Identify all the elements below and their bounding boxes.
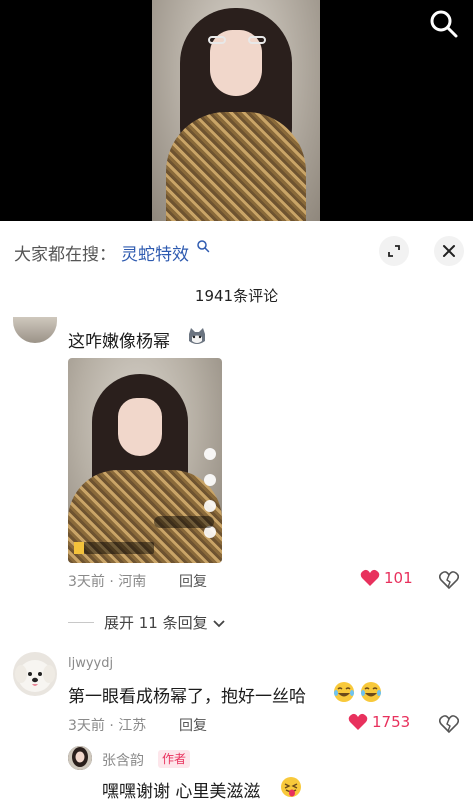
search-suggestion-bar: 大家都在搜： 灵蛇特效 <box>0 228 473 274</box>
avatar[interactable] <box>13 317 57 343</box>
video-frame <box>152 0 320 221</box>
expand-replies-label: 展开 11 条回复 <box>104 614 208 632</box>
search-icon[interactable] <box>428 8 460 40</box>
search-icon[interactable] <box>196 238 210 253</box>
comment-meta: 3天前 · 河南 <box>68 574 147 590</box>
comment-image[interactable] <box>68 358 222 563</box>
reply-button[interactable]: 回复 <box>179 715 207 735</box>
cat-emoji-icon <box>186 326 208 348</box>
search-suggestion-prefix: 大家都在搜： <box>14 245 116 265</box>
dislike-icon[interactable] <box>438 570 460 590</box>
image-action-column <box>202 448 218 558</box>
like-count: 1753 <box>372 713 411 731</box>
hairclip-left <box>208 36 226 44</box>
like-button[interactable]: 101 <box>360 569 413 587</box>
video-player[interactable] <box>0 0 473 221</box>
laughing-tears-emoji-icon <box>333 681 355 703</box>
reply-button[interactable]: 回复 <box>179 571 207 591</box>
video-person-outfit <box>166 112 306 221</box>
divider <box>68 622 94 623</box>
heart-icon <box>348 713 368 730</box>
comment-count: 1941条评论 <box>194 287 279 305</box>
like-button[interactable]: 1753 <box>348 713 410 731</box>
comment-meta: 3天前 · 江苏 <box>68 718 147 734</box>
close-icon[interactable] <box>434 236 464 266</box>
comment-username[interactable]: ljwyydj <box>68 656 113 671</box>
avatar[interactable] <box>68 746 92 770</box>
search-suggestion-term[interactable]: 灵蛇特效 <box>121 240 189 265</box>
comment-text: 第一眼看成杨幂了，抱好一丝哈 <box>68 687 306 707</box>
image-tag <box>154 516 214 528</box>
hairclip-right <box>248 36 266 44</box>
expand-replies-button[interactable]: 展开 11 条回复 <box>68 612 226 633</box>
avatar[interactable] <box>13 652 57 696</box>
laughing-tears-emoji-icon <box>360 681 382 703</box>
dislike-icon[interactable] <box>438 714 460 734</box>
comment-text: 这咋嫩像杨幂 <box>68 332 170 352</box>
image-person-face <box>118 398 162 456</box>
like-count: 101 <box>384 569 413 587</box>
author-badge: 作者 <box>158 750 191 768</box>
reply-text: 嘿嘿谢谢 心里美滋滋 <box>102 782 261 800</box>
image-caption-icon <box>74 542 84 554</box>
reply-username[interactable]: 张含韵 <box>102 750 144 770</box>
tongue-out-emoji-icon <box>280 776 302 798</box>
expand-icon[interactable] <box>379 236 409 266</box>
image-caption <box>74 542 154 554</box>
heart-icon <box>360 569 380 586</box>
chevron-down-icon <box>212 619 225 627</box>
